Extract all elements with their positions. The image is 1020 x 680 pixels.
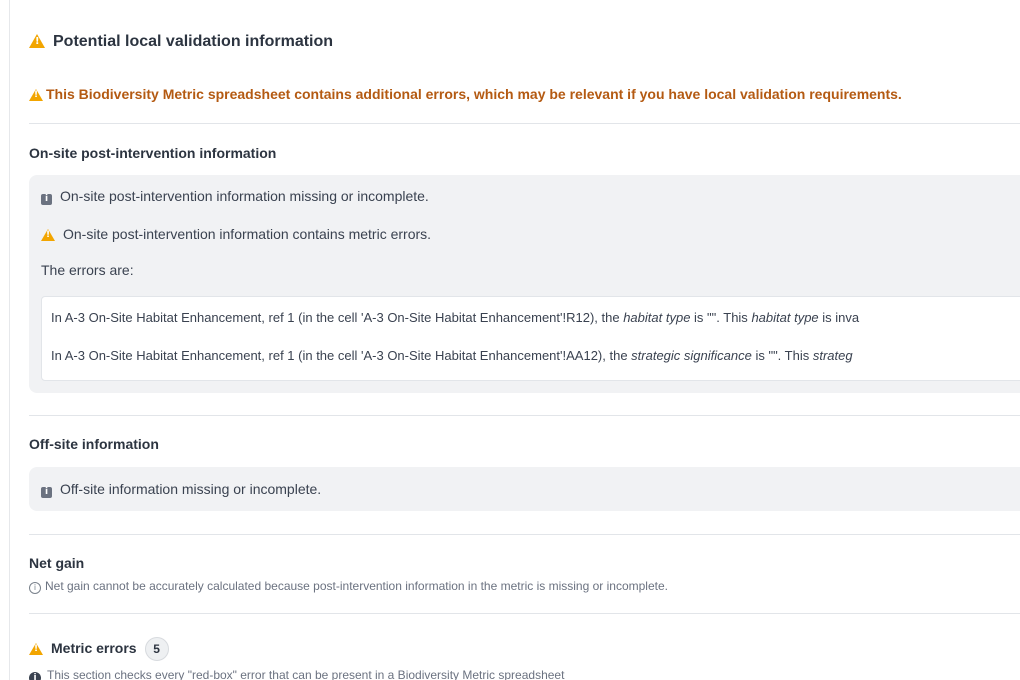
validation-page: Potential local validation information T… (0, 0, 1020, 680)
error-item: In A-3 On-Site Habitat Enhancement, ref … (51, 310, 859, 325)
divider (29, 613, 1020, 614)
error-text: is "". This (751, 348, 813, 363)
error-field: habitat type (623, 310, 691, 325)
info-circle-icon: i (29, 672, 41, 680)
warning-icon (29, 89, 43, 101)
warning-icon (29, 643, 43, 655)
onsite-section-title: On-site post-intervention information (29, 145, 277, 161)
onsite-metric-errors-text: On-site post-intervention information co… (63, 226, 432, 242)
offsite-missing-row: i Off-site information missing or incompl… (41, 481, 321, 498)
divider (29, 415, 1020, 416)
offsite-missing-text: Off-site information missing or incomple… (60, 481, 322, 497)
error-text: is inva (818, 310, 860, 325)
offsite-section-title: Off-site information (29, 436, 159, 452)
warning-banner-text: This Biodiversity Metric spreadsheet con… (46, 86, 902, 102)
page-title-text: Potential local validation information (53, 33, 334, 50)
left-border (9, 0, 10, 680)
info-square-icon: i (41, 194, 52, 205)
warning-icon (41, 229, 55, 241)
metric-errors-note-text: This section checks every "red-box" erro… (47, 668, 565, 680)
netgain-section-title: Net gain (29, 555, 85, 571)
metric-errors-heading: Metric errors 5 (29, 637, 169, 661)
divider (29, 534, 1020, 535)
error-text: In A-3 On-Site Habitat Enhancement, ref … (51, 310, 624, 325)
error-item: In A-3 On-Site Habitat Enhancement, ref … (51, 348, 853, 363)
error-text: In A-3 On-Site Habitat Enhancement, ref … (51, 348, 632, 363)
error-count-badge: 5 (144, 637, 169, 661)
errors-list: In A-3 On-Site Habitat Enhancement, ref … (41, 296, 1020, 381)
info-square-icon: i (41, 487, 52, 498)
netgain-note: i Net gain cannot be accurately calculate… (29, 579, 668, 594)
metric-errors-title: Metric errors (51, 640, 137, 656)
errors-intro: The errors are: (41, 262, 134, 278)
info-circle-icon: i (29, 582, 41, 594)
error-field: strateg (812, 348, 853, 363)
error-text: is "". This (690, 310, 752, 325)
offsite-info-box: i Off-site information missing or incompl… (29, 467, 1020, 511)
divider (29, 123, 1020, 124)
netgain-note-text: Net gain cannot be accurately calculated… (45, 579, 668, 593)
onsite-metric-errors-row: On-site post-intervention information co… (41, 226, 431, 242)
error-field: strategic significance (631, 348, 752, 363)
page-title: Potential local validation information (29, 33, 333, 51)
onsite-missing-row: i On-site post-intervention information m… (41, 188, 429, 205)
onsite-info-box: i On-site post-intervention information m… (29, 175, 1020, 393)
onsite-missing-text: On-site post-intervention information mi… (60, 188, 429, 204)
error-field: habitat type (751, 310, 819, 325)
warning-icon (29, 34, 45, 48)
warning-banner: This Biodiversity Metric spreadsheet con… (29, 86, 902, 102)
metric-errors-note: i This section checks every "red-box" err… (29, 668, 564, 680)
